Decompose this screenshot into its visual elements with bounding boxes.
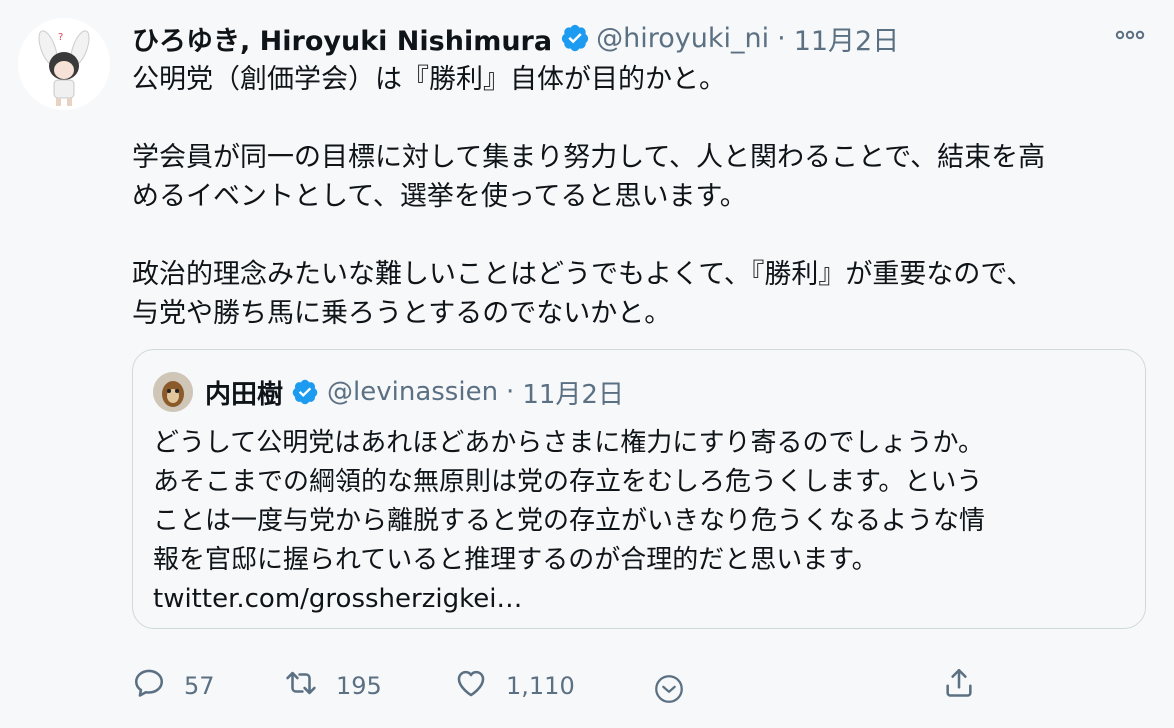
tweet-line: 政治的理念みたいな難しいことはどうでもよくて、『勝利』が重要なので、 <box>132 259 1034 290</box>
share-button[interactable] <box>942 664 976 708</box>
quoted-tweet-text: どうして公明党はあれほどあからさまに権力にすり寄るのでしょうか。 あそこまでの綱… <box>153 424 1133 619</box>
author-handle[interactable]: @hiroyuki_ni <box>596 23 769 54</box>
like-count: 1,110 <box>506 672 575 700</box>
quoted-line: どうして公明党はあれほどあからさまに権力にすり寄るのでしょうか。 <box>153 428 984 458</box>
like-icon <box>454 666 488 706</box>
tweet-line: 学会員が同一の目標に対して集まり努力して、人と関わることで、結束を高 <box>132 142 1046 173</box>
more-actions-caret[interactable] <box>652 670 686 714</box>
retweet-count: 195 <box>336 672 382 700</box>
retweet-icon <box>284 666 318 706</box>
quoted-line: ことは一度与党から離脱すると党の存立がいきなり危うくなるような情 <box>153 506 986 536</box>
author-avatar-image: ? <box>18 18 110 110</box>
svg-text:?: ? <box>58 32 63 43</box>
separator-dot: · <box>506 377 515 407</box>
tweet-action-bar: 57 195 1,110 <box>132 664 992 708</box>
tweet-line: 公明党（創価学会）は『勝利』自体が目的かと。 <box>132 64 726 95</box>
like-button[interactable]: 1,110 <box>454 664 575 708</box>
reply-count: 57 <box>184 672 215 700</box>
author-avatar[interactable]: ? <box>18 18 110 110</box>
quoted-link[interactable]: twitter.com/grossherzigkei… <box>153 580 1133 619</box>
tweet-header: ひろゆき, Hiroyuki Nishimura @hiroyuki_ni · … <box>132 18 899 58</box>
author-display-name[interactable]: ひろゆき, Hiroyuki Nishimura <box>132 19 552 58</box>
verified-badge-icon <box>291 378 319 406</box>
quoted-tweet-date: 11月2日 <box>522 379 624 410</box>
quoted-tweet-card[interactable]: 内田樹 @levinassien · 11月2日 どうして公明党はあれほどあから… <box>132 349 1146 629</box>
quoted-line: 報を官邸に握られていると推理するのが合理的だと思います。 <box>153 545 878 575</box>
tweet-date[interactable]: 11月2日 <box>794 19 900 58</box>
reply-icon <box>132 666 166 706</box>
retweet-button[interactable]: 195 <box>284 664 382 708</box>
quoted-line: あそこまでの綱領的な無原則は党の存立をむしろ危うくします。という <box>153 467 983 497</box>
tweet-line: 与党や勝ち馬に乗ろうとするのでないかと。 <box>132 298 672 329</box>
separator-dot: · <box>777 22 786 54</box>
tweet-text: 公明党（創価学会）は『勝利』自体が目的かと。 学会員が同一の目標に対して集まり努… <box>132 60 1162 333</box>
quoted-author-avatar <box>153 372 193 412</box>
share-icon <box>942 666 976 706</box>
more-options-icon[interactable] <box>1112 20 1148 50</box>
quoted-author-name: 内田樹 <box>205 379 284 410</box>
quoted-tweet-header: 内田樹 @levinassien · 11月2日 <box>205 370 624 414</box>
quoted-author-handle: @levinassien <box>327 377 499 407</box>
verified-badge-icon <box>560 23 590 53</box>
tweet-line: めるイベントとして、選挙を使ってると思います。 <box>132 181 747 212</box>
reply-button[interactable]: 57 <box>132 664 215 708</box>
caret-down-icon <box>652 672 686 712</box>
